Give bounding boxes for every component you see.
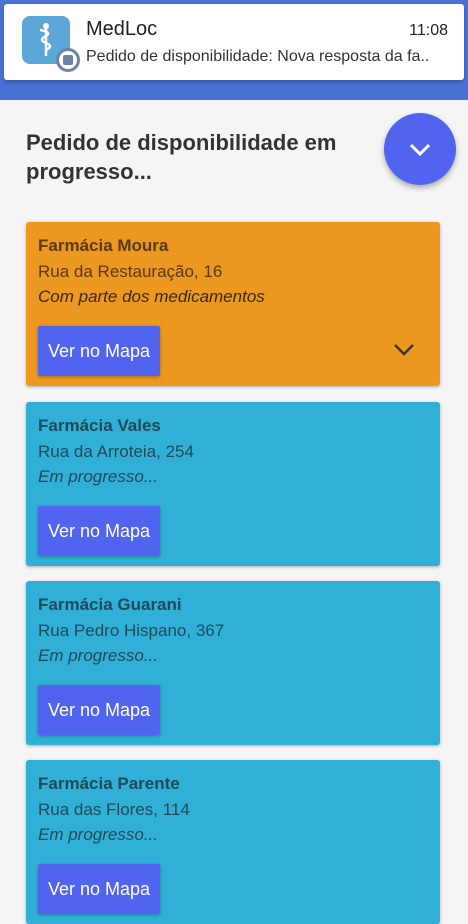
notification-app-name: MedLoc bbox=[86, 18, 158, 40]
collapse-fab-button[interactable] bbox=[384, 113, 456, 185]
notification-badge-icon bbox=[56, 48, 80, 72]
view-on-map-button[interactable]: Ver no Mapa bbox=[38, 685, 160, 735]
pharmacy-name: Farmácia Moura bbox=[38, 236, 169, 255]
pharmacy-address: Rua da Restauração, 16 bbox=[38, 262, 223, 281]
pharmacy-address: Rua Pedro Hispano, 367 bbox=[38, 621, 225, 640]
caduceus-icon bbox=[22, 16, 80, 72]
pharmacy-card[interactable]: Farmácia Guarani Rua Pedro Hispano, 367 … bbox=[26, 581, 440, 745]
pharmacy-card[interactable]: Farmácia Parente Rua das Flores, 114 Em … bbox=[26, 760, 440, 924]
pharmacy-card[interactable]: Farmácia Moura Rua da Restauração, 16 Co… bbox=[26, 222, 440, 386]
view-on-map-button[interactable]: Ver no Mapa bbox=[38, 506, 160, 556]
chevron-down-icon bbox=[409, 143, 431, 157]
pharmacy-address: Rua da Arroteia, 254 bbox=[38, 442, 194, 461]
page-title: Pedido de disponibilidade em progresso..… bbox=[26, 130, 337, 184]
pharmacy-status: Com parte dos medicamentos bbox=[38, 287, 265, 306]
pharmacy-status: Em progresso... bbox=[38, 646, 158, 665]
pharmacy-status: Em progresso... bbox=[38, 825, 158, 844]
notification-text: Pedido de disponibilidade: Nova resposta… bbox=[86, 48, 430, 65]
pharmacy-name: Farmácia Vales bbox=[38, 416, 161, 435]
pharmacy-address: Rua das Flores, 114 bbox=[38, 800, 190, 819]
chevron-down-icon[interactable] bbox=[392, 342, 416, 358]
pharmacy-status: Em progresso... bbox=[38, 467, 158, 486]
pharmacy-card[interactable]: Farmácia Vales Rua da Arroteia, 254 Em p… bbox=[26, 402, 440, 566]
pharmacy-name: Farmácia Guarani bbox=[38, 595, 182, 614]
view-on-map-button[interactable]: Ver no Mapa bbox=[38, 864, 160, 914]
notification[interactable]: MedLoc 11:08 Pedido de disponibilidade: … bbox=[4, 4, 464, 80]
notification-time: 11:08 bbox=[409, 22, 448, 39]
pharmacy-name: Farmácia Parente bbox=[38, 774, 180, 793]
view-on-map-button[interactable]: Ver no Mapa bbox=[38, 326, 160, 376]
